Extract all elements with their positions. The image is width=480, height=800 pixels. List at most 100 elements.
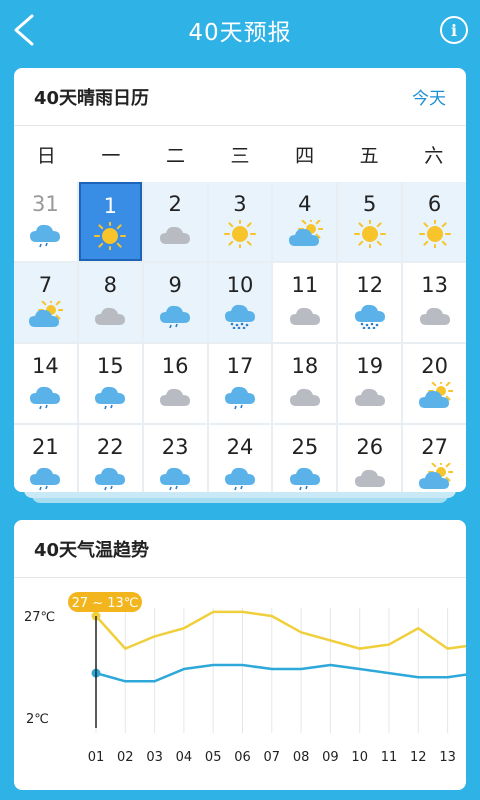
x-tick-label: 05 xyxy=(205,750,222,765)
x-tick-label: 13 xyxy=(439,750,456,765)
day-number: 20 xyxy=(421,354,448,378)
day-number: 26 xyxy=(356,435,384,459)
light-rain-icon xyxy=(30,467,61,491)
x-tick-label: 06 xyxy=(234,750,251,765)
info-icon[interactable]: i xyxy=(440,16,468,44)
page-title: 40天预报 xyxy=(188,20,292,46)
day-number: 3 xyxy=(233,192,247,216)
partly-cloudy-icon xyxy=(418,463,453,489)
calendar-day-13[interactable]: 13 xyxy=(403,263,466,342)
calendar-day-14[interactable]: 14 xyxy=(14,344,77,423)
day-number: 16 xyxy=(161,354,189,378)
weekday-row: 日一二三四五六 xyxy=(14,126,466,182)
calendar-day-26[interactable]: 26 xyxy=(338,425,402,492)
sunny-icon xyxy=(94,222,127,250)
weekday-label: 三 xyxy=(230,144,250,167)
calendar-day-3[interactable]: 3 xyxy=(208,182,272,261)
trend-header: 40天气温趋势 xyxy=(14,520,466,578)
x-tick-label: 02 xyxy=(117,750,134,765)
calendar-day-2[interactable]: 2 xyxy=(143,182,207,261)
tooltip-text: 27 ~ 13℃ xyxy=(72,596,139,611)
x-tick-label: 04 xyxy=(176,750,193,765)
cloudy-icon xyxy=(354,388,385,406)
calendar-day-18[interactable]: 18 xyxy=(273,344,337,423)
calendar-grid: 31 1 2 3 4 5 6 7 8 9 10 11 12 13 14 15 16 17 18 19 20 21 22 23 2… xyxy=(14,182,466,492)
trend-card: 40天气温趋势 27℃ 2℃ 01 02 03 04 05 06 07 08 09 10 11 12 13 2… xyxy=(14,520,466,790)
calendar-day-25[interactable]: 25 xyxy=(273,425,337,492)
x-tick-label: 09 xyxy=(322,750,339,765)
calendar-card: 40天晴雨日历 今天 日一二三四五六 31 1 2 3 4 5 6 7 8 9 10 11 12 13 14… xyxy=(14,68,466,492)
calendar-day-4[interactable]: 4 xyxy=(273,182,337,261)
calendar-day-7[interactable]: 7 xyxy=(14,263,77,342)
calendar-day-11[interactable]: 11 xyxy=(273,263,337,342)
calendar-day-21[interactable]: 21 xyxy=(14,425,77,492)
day-number: 22 xyxy=(96,435,124,459)
day-number: 2 xyxy=(168,192,182,216)
partly-cloudy-icon xyxy=(29,301,64,327)
high-temp-line xyxy=(95,610,466,650)
light-rain-icon xyxy=(30,386,61,410)
x-tick-label: 11 xyxy=(381,750,398,765)
calendar-day-20[interactable]: 20 xyxy=(403,344,466,423)
calendar-day-22[interactable]: 22 xyxy=(78,425,142,492)
sunny-icon xyxy=(353,220,386,248)
rain-icon xyxy=(224,304,255,329)
day-number: 14 xyxy=(32,354,59,378)
calendar-day-1[interactable]: 1 xyxy=(78,182,142,261)
partly-cloudy-icon xyxy=(418,382,453,408)
day-number: 19 xyxy=(356,354,384,378)
calendar-day-31[interactable]: 31 xyxy=(14,182,77,261)
day-number: 1 xyxy=(103,194,117,218)
day-number: 31 xyxy=(32,192,59,216)
calendar-day-8[interactable]: 8 xyxy=(78,263,142,342)
calendar-day-5[interactable]: 5 xyxy=(338,182,402,261)
x-tick-label: 03 xyxy=(146,750,163,765)
calendar-day-15[interactable]: 15 xyxy=(78,344,142,423)
calendar-day-9[interactable]: 9 xyxy=(143,263,207,342)
calendar-day-24[interactable]: 24 xyxy=(208,425,272,492)
calendar-day-12[interactable]: 12 xyxy=(338,263,402,342)
day-number: 13 xyxy=(421,273,448,297)
cloudy-icon xyxy=(160,388,191,406)
weekday-label: 日 xyxy=(36,144,56,167)
day-number: 24 xyxy=(226,435,254,459)
day-number: 7 xyxy=(38,273,53,297)
cloudy-icon xyxy=(160,226,191,244)
calendar-header: 40天晴雨日历 今天 xyxy=(14,68,466,126)
day-number: 4 xyxy=(298,192,312,216)
weekday-label: 五 xyxy=(359,144,379,167)
x-tick-label: 10 xyxy=(351,750,368,765)
calendar-day-6[interactable]: 6 xyxy=(403,182,466,261)
weekday-label: 二 xyxy=(165,144,185,167)
day-number: 15 xyxy=(96,354,124,378)
top-bar: 40天预报 i xyxy=(0,0,480,60)
cloudy-icon xyxy=(289,307,320,325)
back-arrow-icon[interactable] xyxy=(10,12,42,48)
low-temp-line xyxy=(95,663,466,683)
x-tick-label: 07 xyxy=(264,750,281,765)
light-rain-icon xyxy=(95,467,126,491)
calendar-title: 40天晴雨日历 xyxy=(34,87,150,109)
temperature-trend-chart[interactable]: 27℃ 2℃ 01 02 03 04 05 06 07 08 09 10 11 12 13 27 ~ 13℃ xyxy=(14,578,466,790)
cloudy-icon xyxy=(354,469,385,487)
cloudy-icon xyxy=(289,388,320,406)
day-number: 5 xyxy=(363,192,377,216)
light-rain-icon xyxy=(95,386,126,410)
day-number: 27 xyxy=(421,435,448,459)
day-number: 12 xyxy=(356,273,384,297)
calendar-day-17[interactable]: 17 xyxy=(208,344,272,423)
x-tick-label: 12 xyxy=(410,750,427,765)
today-button[interactable]: 今天 xyxy=(412,84,446,109)
day-number: 8 xyxy=(103,273,117,297)
calendar-day-16[interactable]: 16 xyxy=(143,344,207,423)
light-rain-icon xyxy=(30,224,61,248)
day-number: 18 xyxy=(291,354,319,378)
calendar-day-19[interactable]: 19 xyxy=(338,344,402,423)
partly-cloudy-icon xyxy=(288,220,323,246)
calendar-day-27[interactable]: 27 xyxy=(403,425,466,492)
calendar-day-10[interactable]: 10 xyxy=(208,263,272,342)
calendar-day-23[interactable]: 23 xyxy=(143,425,207,492)
x-tick-label: 01 xyxy=(88,750,105,765)
light-rain-icon xyxy=(224,386,255,410)
cloudy-icon xyxy=(419,307,450,325)
